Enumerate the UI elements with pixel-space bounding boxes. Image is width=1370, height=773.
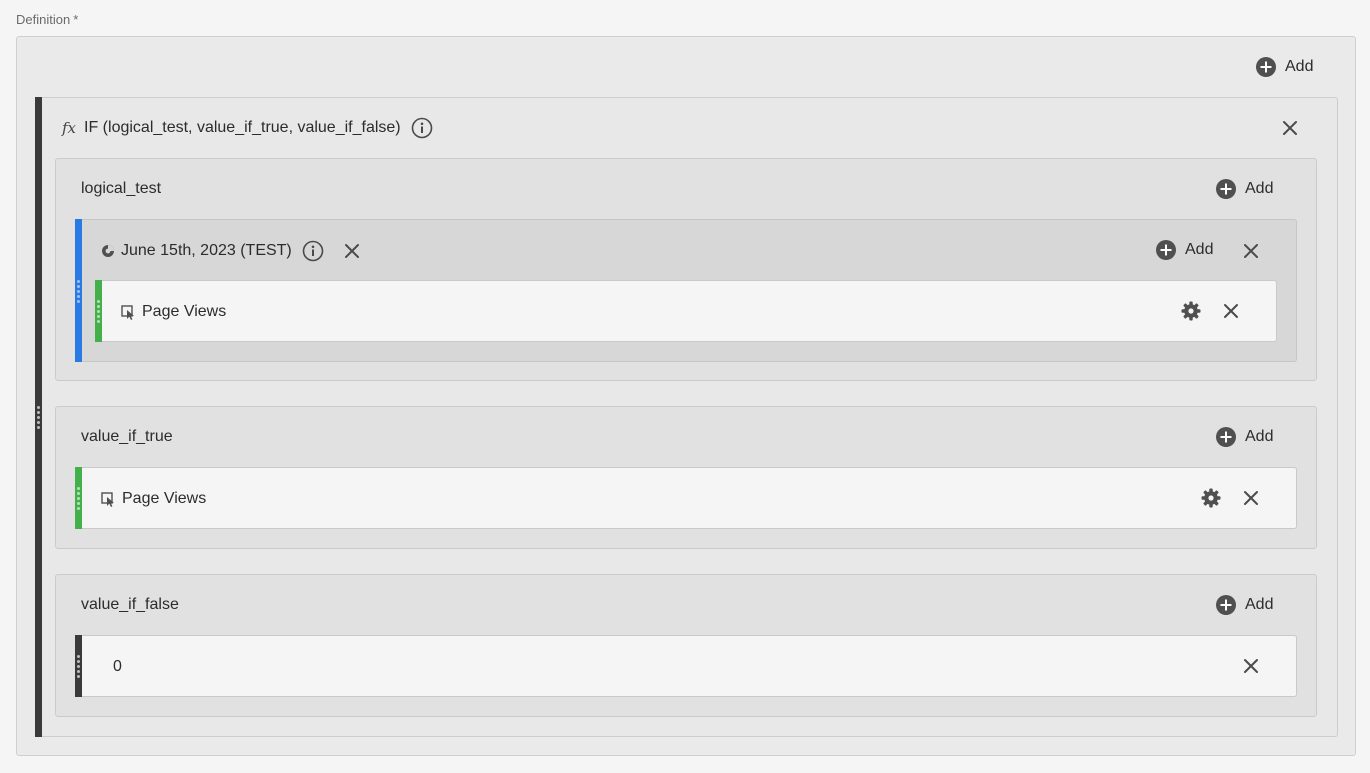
true-metric-card	[82, 467, 1297, 529]
segment-remove-inline-button[interactable]	[344, 243, 360, 259]
logical-test-add-button[interactable]: Add	[1216, 179, 1273, 199]
add-circle-icon	[1256, 57, 1276, 77]
true-metric-settings-button[interactable]	[1200, 487, 1222, 509]
close-icon	[1244, 491, 1258, 505]
static-number-value[interactable]: 0	[113, 656, 122, 678]
close-icon	[1244, 244, 1258, 258]
function-info-icon[interactable]	[411, 117, 433, 139]
segment-metric-drag-handle-icon[interactable]	[97, 300, 100, 323]
segment-name: June 15th, 2023 (TEST)	[121, 242, 292, 259]
static-number-drag-handle-icon[interactable]	[77, 655, 80, 678]
add-circle-icon	[1216, 179, 1236, 199]
function-signature: IF (logical_test, value_if_true, value_i…	[84, 119, 401, 136]
value-if-false-add-button[interactable]: Add	[1216, 595, 1273, 615]
segment-add-button[interactable]: Add	[1156, 240, 1213, 260]
section-logical-test-label: logical_test	[81, 180, 162, 197]
close-icon	[1283, 121, 1297, 135]
section-value-if-true-label: value_if_true	[81, 428, 173, 445]
segment-drag-handle-icon[interactable]	[77, 280, 80, 303]
segment-metric-remove-button[interactable]	[1221, 301, 1241, 321]
add-circle-icon	[1216, 427, 1236, 447]
segment-metric-card	[102, 280, 1277, 342]
metric-icon	[121, 304, 134, 320]
add-circle-icon	[1216, 595, 1236, 615]
function-drag-handle-icon[interactable]	[37, 406, 40, 429]
segment-title: June 15th, 2023 (TEST)	[101, 240, 360, 262]
gear-icon	[1181, 301, 1201, 321]
function-remove-button[interactable]	[1280, 118, 1300, 138]
close-icon	[1244, 659, 1258, 673]
true-metric-drag-handle-icon[interactable]	[77, 487, 80, 510]
definition-add-label: Add	[1285, 58, 1314, 75]
close-icon	[1224, 304, 1238, 318]
segment-metric-name: Page Views	[142, 303, 227, 320]
value-if-false-add-label: Add	[1245, 596, 1274, 613]
logical-test-add-label: Add	[1245, 180, 1274, 197]
definition-add-button[interactable]: Add	[1256, 57, 1313, 77]
gear-icon	[1201, 488, 1221, 508]
close-icon	[344, 244, 359, 258]
true-metric-remove-button[interactable]	[1241, 488, 1261, 508]
segment-icon	[102, 245, 114, 257]
static-number-card	[82, 635, 1297, 697]
definition-label-text: Definition	[16, 12, 71, 27]
static-number-remove-button[interactable]	[1241, 656, 1261, 676]
segment-metric-settings-button[interactable]	[1180, 300, 1202, 322]
segment-add-label: Add	[1185, 241, 1214, 258]
true-metric-name: Page Views	[122, 490, 207, 507]
segment-info-icon[interactable]	[302, 240, 324, 262]
true-metric-title: Page Views	[101, 488, 206, 510]
metric-icon	[101, 491, 114, 507]
function-title: fx IF (logical_test, value_if_true, valu…	[62, 116, 433, 140]
section-value-if-false-label: value_if_false	[81, 596, 179, 613]
value-if-true-add-label: Add	[1245, 428, 1274, 445]
required-mark: *	[73, 12, 79, 27]
segment-remove-button[interactable]	[1241, 241, 1261, 261]
segment-metric-title: Page Views	[121, 301, 226, 323]
value-if-true-add-button[interactable]: Add	[1216, 427, 1273, 447]
fx-icon: fx	[62, 119, 77, 137]
add-circle-icon	[1156, 240, 1176, 260]
definition-label: Definition *	[16, 12, 78, 27]
